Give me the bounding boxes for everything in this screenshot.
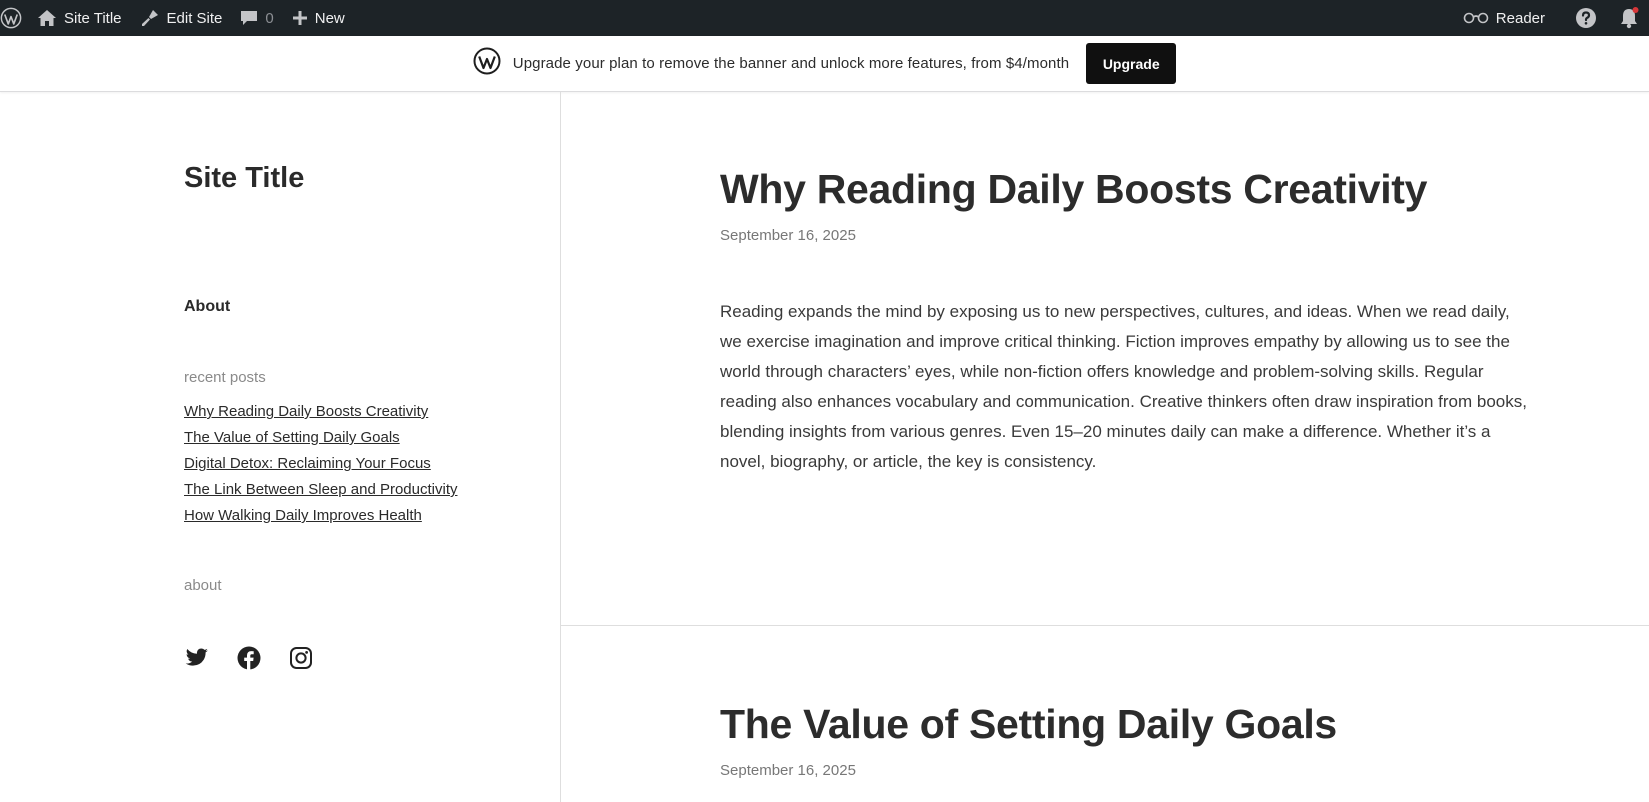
brush-icon xyxy=(141,10,158,26)
post-date[interactable]: September 16, 2025 xyxy=(720,762,856,779)
site-title-link[interactable]: Site Title xyxy=(28,0,131,36)
upgrade-button[interactable]: Upgrade xyxy=(1086,43,1177,84)
edit-site-label: Edit Site xyxy=(166,9,223,27)
help-icon xyxy=(1576,8,1596,28)
social-links xyxy=(184,645,340,671)
post-separator xyxy=(561,625,1649,626)
help-button[interactable] xyxy=(1559,0,1613,36)
recent-post-link[interactable]: The Value of Setting Daily Goals xyxy=(184,425,458,451)
about-heading: about xyxy=(184,577,222,594)
recent-post-link[interactable]: Digital Detox: Reclaiming Your Focus xyxy=(184,451,458,477)
recent-posts-heading: recent posts xyxy=(184,369,266,386)
nav-about-link[interactable]: About xyxy=(184,298,230,316)
twitter-icon[interactable] xyxy=(184,645,210,671)
recent-posts-list: Why Reading Daily Boosts Creativity The … xyxy=(184,399,458,529)
site-title[interactable]: Site Title xyxy=(184,162,304,195)
recent-post-link[interactable]: How Walking Daily Improves Health xyxy=(184,503,458,529)
glasses-icon xyxy=(1463,12,1489,24)
home-icon xyxy=(38,10,56,26)
comment-icon xyxy=(241,11,258,25)
site-title-label: Site Title xyxy=(64,9,122,27)
wordpress-logo-icon xyxy=(473,47,501,80)
post-title[interactable]: The Value of Setting Daily Goals xyxy=(720,701,1337,748)
bell-icon xyxy=(1621,7,1639,29)
post-date[interactable]: September 16, 2025 xyxy=(720,227,856,244)
new-content-link[interactable]: New xyxy=(283,0,354,36)
instagram-icon[interactable] xyxy=(288,645,314,671)
post-title[interactable]: Why Reading Daily Boosts Creativity xyxy=(720,166,1427,213)
reader-label: Reader xyxy=(1495,9,1545,27)
comments-link[interactable]: 0 xyxy=(231,0,282,36)
wordpress-logo-icon[interactable] xyxy=(0,0,28,36)
comments-count: 0 xyxy=(265,9,274,27)
facebook-icon[interactable] xyxy=(236,645,262,671)
upgrade-banner: Upgrade your plan to remove the banner a… xyxy=(0,36,1649,92)
main-content: Why Reading Daily Boosts Creativity Sept… xyxy=(561,92,1649,802)
banner-text: Upgrade your plan to remove the banner a… xyxy=(512,55,1070,72)
new-label: New xyxy=(314,9,345,27)
plus-icon xyxy=(292,11,307,25)
recent-post-link[interactable]: The Link Between Sleep and Productivity xyxy=(184,477,458,503)
sidebar: Site Title About recent posts Why Readin… xyxy=(0,92,561,802)
recent-post-link[interactable]: Why Reading Daily Boosts Creativity xyxy=(184,399,458,425)
post-excerpt: Reading expands the mind by exposing us … xyxy=(720,302,1527,471)
edit-site-link[interactable]: Edit Site xyxy=(131,0,232,36)
notifications-button[interactable] xyxy=(1613,0,1649,36)
reader-link[interactable]: Reader xyxy=(1454,0,1559,36)
admin-bar: Site Title Edit Site 0 New Reader xyxy=(0,0,1649,36)
